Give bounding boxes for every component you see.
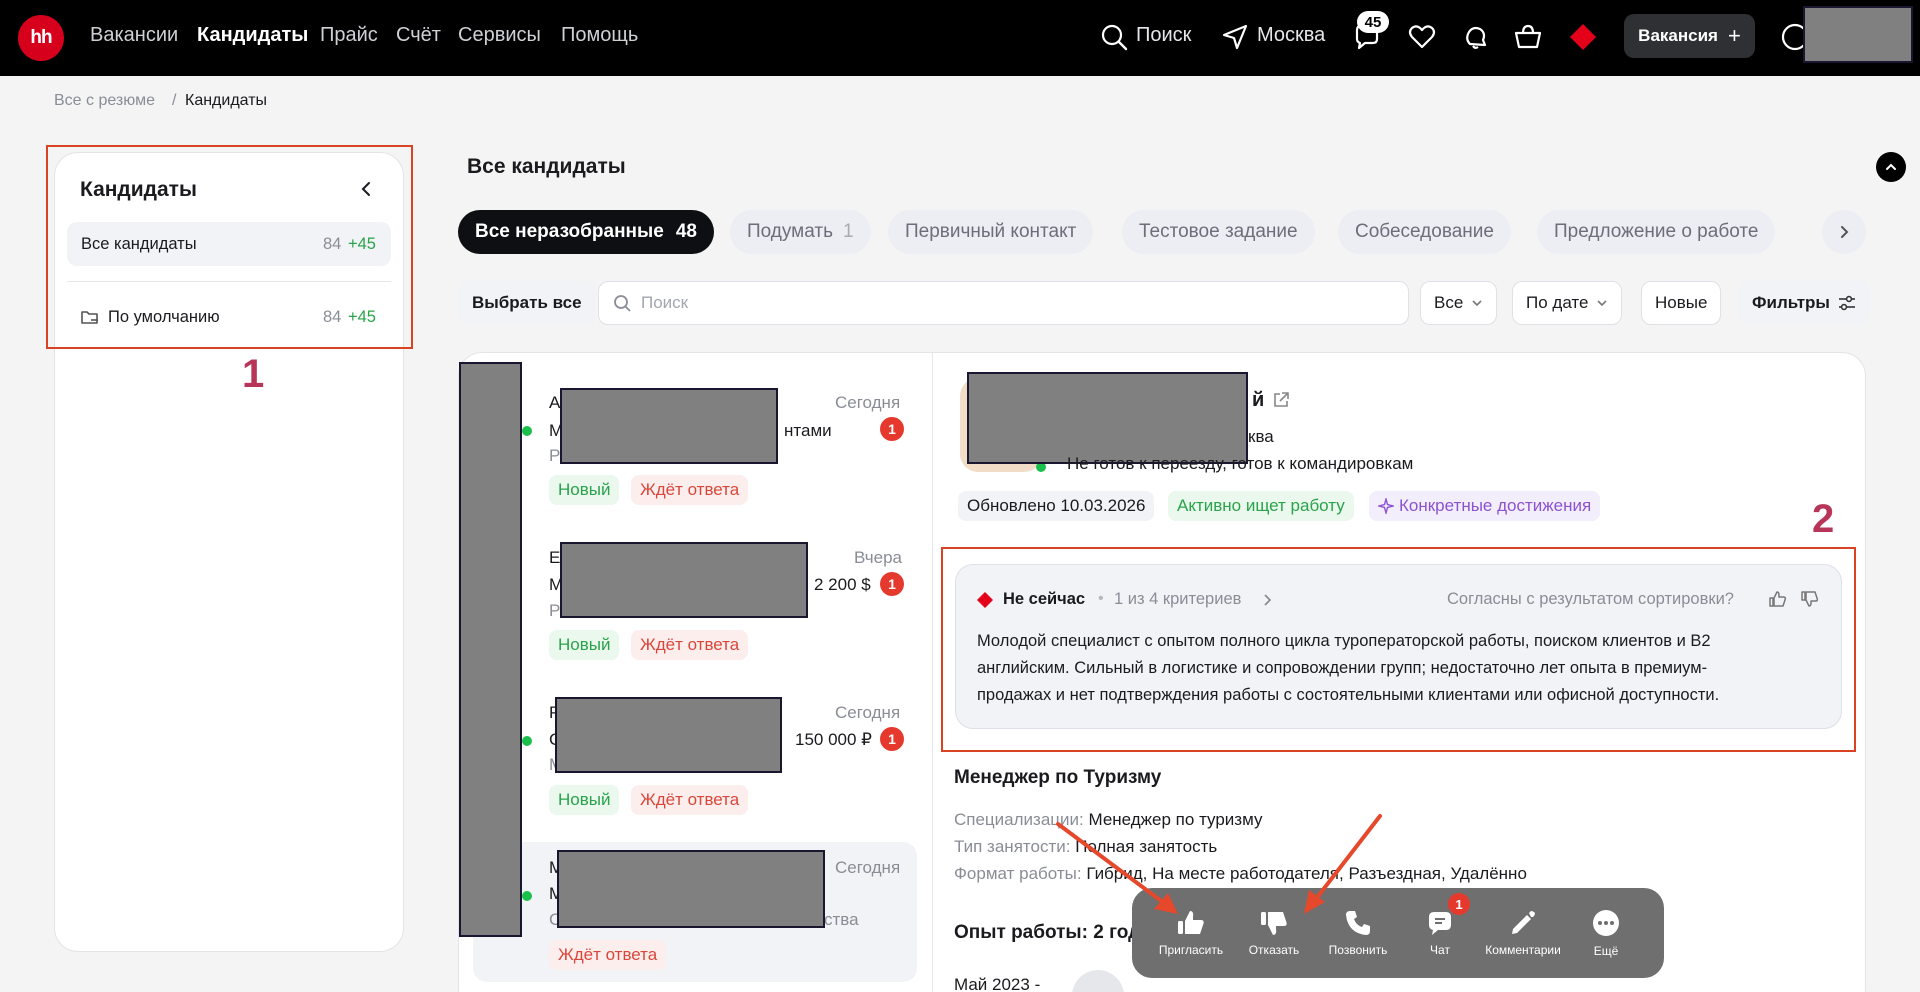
page-title: Все кандидаты: [467, 155, 626, 178]
chevron-right-icon: [1841, 226, 1849, 238]
online-indicator: [522, 891, 532, 901]
redacted-candidate-info: [555, 697, 782, 773]
candidate-date: Сегодня: [835, 858, 901, 877]
nav-services[interactable]: Сервисы: [458, 24, 541, 47]
filter-all-dropdown[interactable]: Все: [1420, 281, 1498, 325]
status-badge: Ждёт ответа: [631, 785, 749, 815]
candidate-location-suffix: ква: [1248, 427, 1274, 446]
pencil-icon: [1512, 911, 1535, 934]
column-divider: [932, 353, 933, 992]
heart-icon[interactable]: [1407, 22, 1437, 52]
candidate-location: Р: [549, 601, 561, 620]
tab-think[interactable]: Подумать 1: [730, 210, 871, 254]
search-icon[interactable]: [1099, 22, 1129, 52]
tab-job-offer[interactable]: Предложение о работе: [1537, 210, 1776, 254]
status-badge: Ждёт ответа: [549, 940, 667, 970]
search-icon: [614, 295, 631, 312]
candidate-location: Р: [549, 446, 561, 465]
nav-candidates[interactable]: Кандидаты: [197, 24, 308, 47]
experience-period: Май 2023 -: [954, 975, 1041, 992]
sort-dropdown[interactable]: По дате: [1512, 281, 1623, 325]
external-link-icon[interactable]: [1272, 391, 1290, 409]
candidate-date: Сегодня: [835, 393, 901, 412]
status-badge: Новый: [549, 630, 620, 660]
scroll-up-button[interactable]: [1876, 152, 1906, 182]
candidate-search-box[interactable]: [598, 281, 1409, 325]
header-search-label[interactable]: Поиск: [1136, 24, 1191, 47]
filters-button[interactable]: Фильтры: [1738, 281, 1870, 325]
redacted-candidate-info: [560, 388, 778, 464]
annotation-label-1: 1: [242, 352, 265, 396]
annotation-label-2: 2: [1812, 497, 1835, 541]
bell-icon[interactable]: [1461, 22, 1491, 52]
comments-button[interactable]: Комментарии: [1476, 888, 1570, 978]
nav-pricing[interactable]: Прайс: [320, 24, 378, 47]
candidate-position-suffix: нтами: [784, 421, 832, 440]
redacted-candidate-name: [967, 372, 1248, 464]
candidate-date: Сегодня: [835, 703, 901, 722]
updated-date-pill: Обновлено 10.03.2026: [958, 491, 1155, 521]
messages-count-badge: 45: [1357, 11, 1389, 33]
tabs-scroll-right-button[interactable]: [1822, 210, 1866, 254]
nav-help[interactable]: Помощь: [561, 24, 638, 47]
job-search-status-pill: Активно ищет работу: [1168, 491, 1354, 521]
unread-badge: 1: [880, 417, 904, 441]
annotation-box-2: [941, 547, 1856, 752]
tab-all-unsorted[interactable]: Все неразобранные 48: [458, 210, 714, 254]
candidate-name: Е: [549, 548, 561, 567]
hh-logo[interactable]: hh: [18, 15, 64, 61]
annotation-box-1: [46, 145, 413, 349]
location-arrow-icon[interactable]: [1220, 22, 1250, 52]
more-icon: [1593, 910, 1619, 936]
redacted-profile: [1803, 6, 1913, 63]
nav-vacancies[interactable]: Вакансии: [90, 24, 178, 47]
tab-first-contact[interactable]: Первичный контакт: [888, 210, 1094, 254]
redacted-candidate-info: [560, 542, 808, 618]
candidate-date: Вчера: [854, 548, 902, 567]
status-badge: Ждёт ответа: [631, 630, 749, 660]
sparkle-icon: [1378, 498, 1394, 514]
status-badge: Новый: [549, 785, 620, 815]
chat-icon: [1429, 912, 1451, 935]
redacted-candidate-info: [557, 850, 825, 928]
unread-badge: 1: [880, 572, 904, 596]
breadcrumb-root[interactable]: Все с резюме: [54, 92, 155, 110]
annotation-arrows: [1056, 814, 1382, 914]
nav-invoice[interactable]: Счёт: [396, 24, 441, 47]
sliders-icon: [1838, 295, 1855, 311]
chevron-down-icon: [1472, 300, 1482, 307]
search-input[interactable]: [641, 293, 1341, 313]
status-badge: Новый: [549, 475, 620, 505]
unread-badge: 1: [880, 727, 904, 751]
status-badge: Ждёт ответа: [631, 475, 749, 505]
redacted-avatar-column: [459, 362, 522, 937]
achievements-pill: Конкретные достижения: [1369, 491, 1601, 521]
resume-position: Менеджер по Туризму: [954, 767, 1162, 788]
chat-unread-badge: 1: [1448, 893, 1470, 915]
cart-icon[interactable]: [1513, 22, 1543, 52]
breadcrumb-separator: /: [172, 92, 177, 109]
candidate-name: А: [549, 393, 561, 412]
candidate-location-suffix: ства: [824, 910, 859, 929]
tab-test-task[interactable]: Тестовое задание: [1122, 210, 1315, 254]
tab-interview[interactable]: Собеседование: [1338, 210, 1511, 254]
candidate-salary: 150 000 ₽: [795, 730, 872, 749]
online-indicator: [522, 736, 532, 746]
breadcrumb-current: Кандидаты: [185, 92, 268, 109]
chevron-up-icon: [1886, 163, 1896, 170]
experience-heading: Опыт работы: 2 год: [954, 922, 1141, 943]
candidate-name-suffix: й: [1252, 389, 1265, 411]
newest-button[interactable]: Новые: [1641, 281, 1722, 325]
candidate-salary: 2 200 $: [814, 575, 871, 594]
chevron-down-icon: [1597, 300, 1608, 307]
header-city-label[interactable]: Москва: [1257, 24, 1325, 47]
select-all-button[interactable]: Выбрать все: [458, 281, 596, 325]
more-button[interactable]: Ещё: [1580, 888, 1632, 978]
diamond-icon[interactable]: [1568, 22, 1598, 52]
candidate-relocation: Не готов к переезду, готов к командировк…: [1067, 454, 1414, 473]
online-indicator: [522, 426, 532, 436]
create-vacancy-button[interactable]: Вакансия +: [1624, 14, 1755, 58]
